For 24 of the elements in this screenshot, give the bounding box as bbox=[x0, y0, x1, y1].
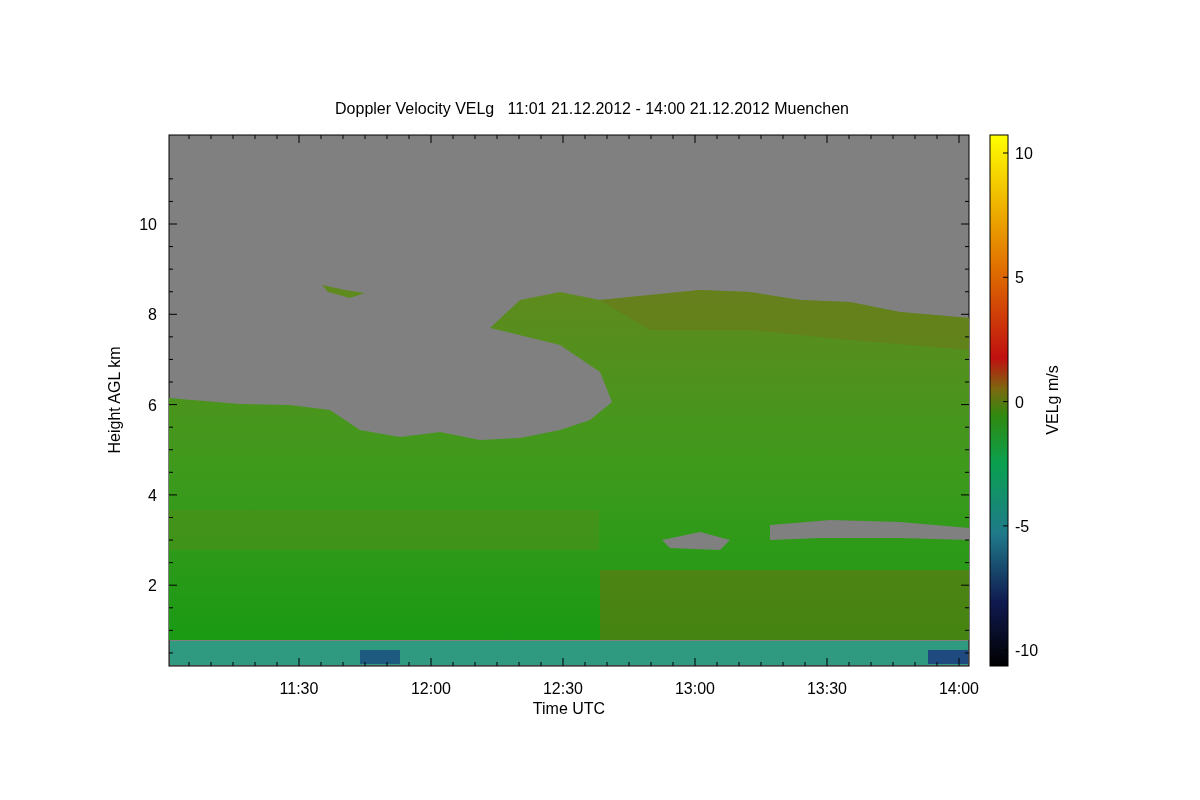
x-tick-label: 13:00 bbox=[675, 680, 715, 697]
colorbar-tick-label: -5 bbox=[1015, 517, 1030, 535]
colorbar-title: VELg m/s bbox=[1044, 365, 1061, 435]
y-axis-title: Height AGL km bbox=[106, 346, 123, 454]
x-axis-title: Time UTC bbox=[532, 700, 606, 717]
x-tick-label: 13:30 bbox=[807, 680, 847, 697]
colorbar-tick-label: -10 bbox=[1015, 642, 1039, 660]
y-tick-label: 2 bbox=[148, 577, 157, 595]
x-tick-label: 14:00 bbox=[939, 680, 979, 697]
y-tick-label: 6 bbox=[148, 396, 157, 414]
y-tick-label: 4 bbox=[148, 486, 157, 504]
colorbar-tick-label: 0 bbox=[1015, 393, 1024, 411]
colorbar-tick-label: 10 bbox=[1015, 145, 1033, 162]
y-tick-label: 8 bbox=[148, 306, 157, 324]
strong-downward-patch bbox=[928, 650, 968, 664]
colorbar-tick-label: 5 bbox=[1015, 269, 1024, 287]
strong-downward-patch bbox=[360, 650, 400, 664]
no-echo-gap bbox=[662, 532, 730, 550]
x-tick-label: 12:00 bbox=[411, 680, 451, 697]
chart-title: Doppler Velocity VELg 11:01 21.12.2012 - 14:00 21.12.2012 Muenchen bbox=[335, 100, 849, 117]
x-tick-label: 12:30 bbox=[543, 680, 583, 697]
y-tick-label: 10 bbox=[139, 216, 157, 233]
cloud-echo-patch bbox=[322, 285, 365, 298]
x-tick-label: 11:30 bbox=[279, 680, 319, 697]
